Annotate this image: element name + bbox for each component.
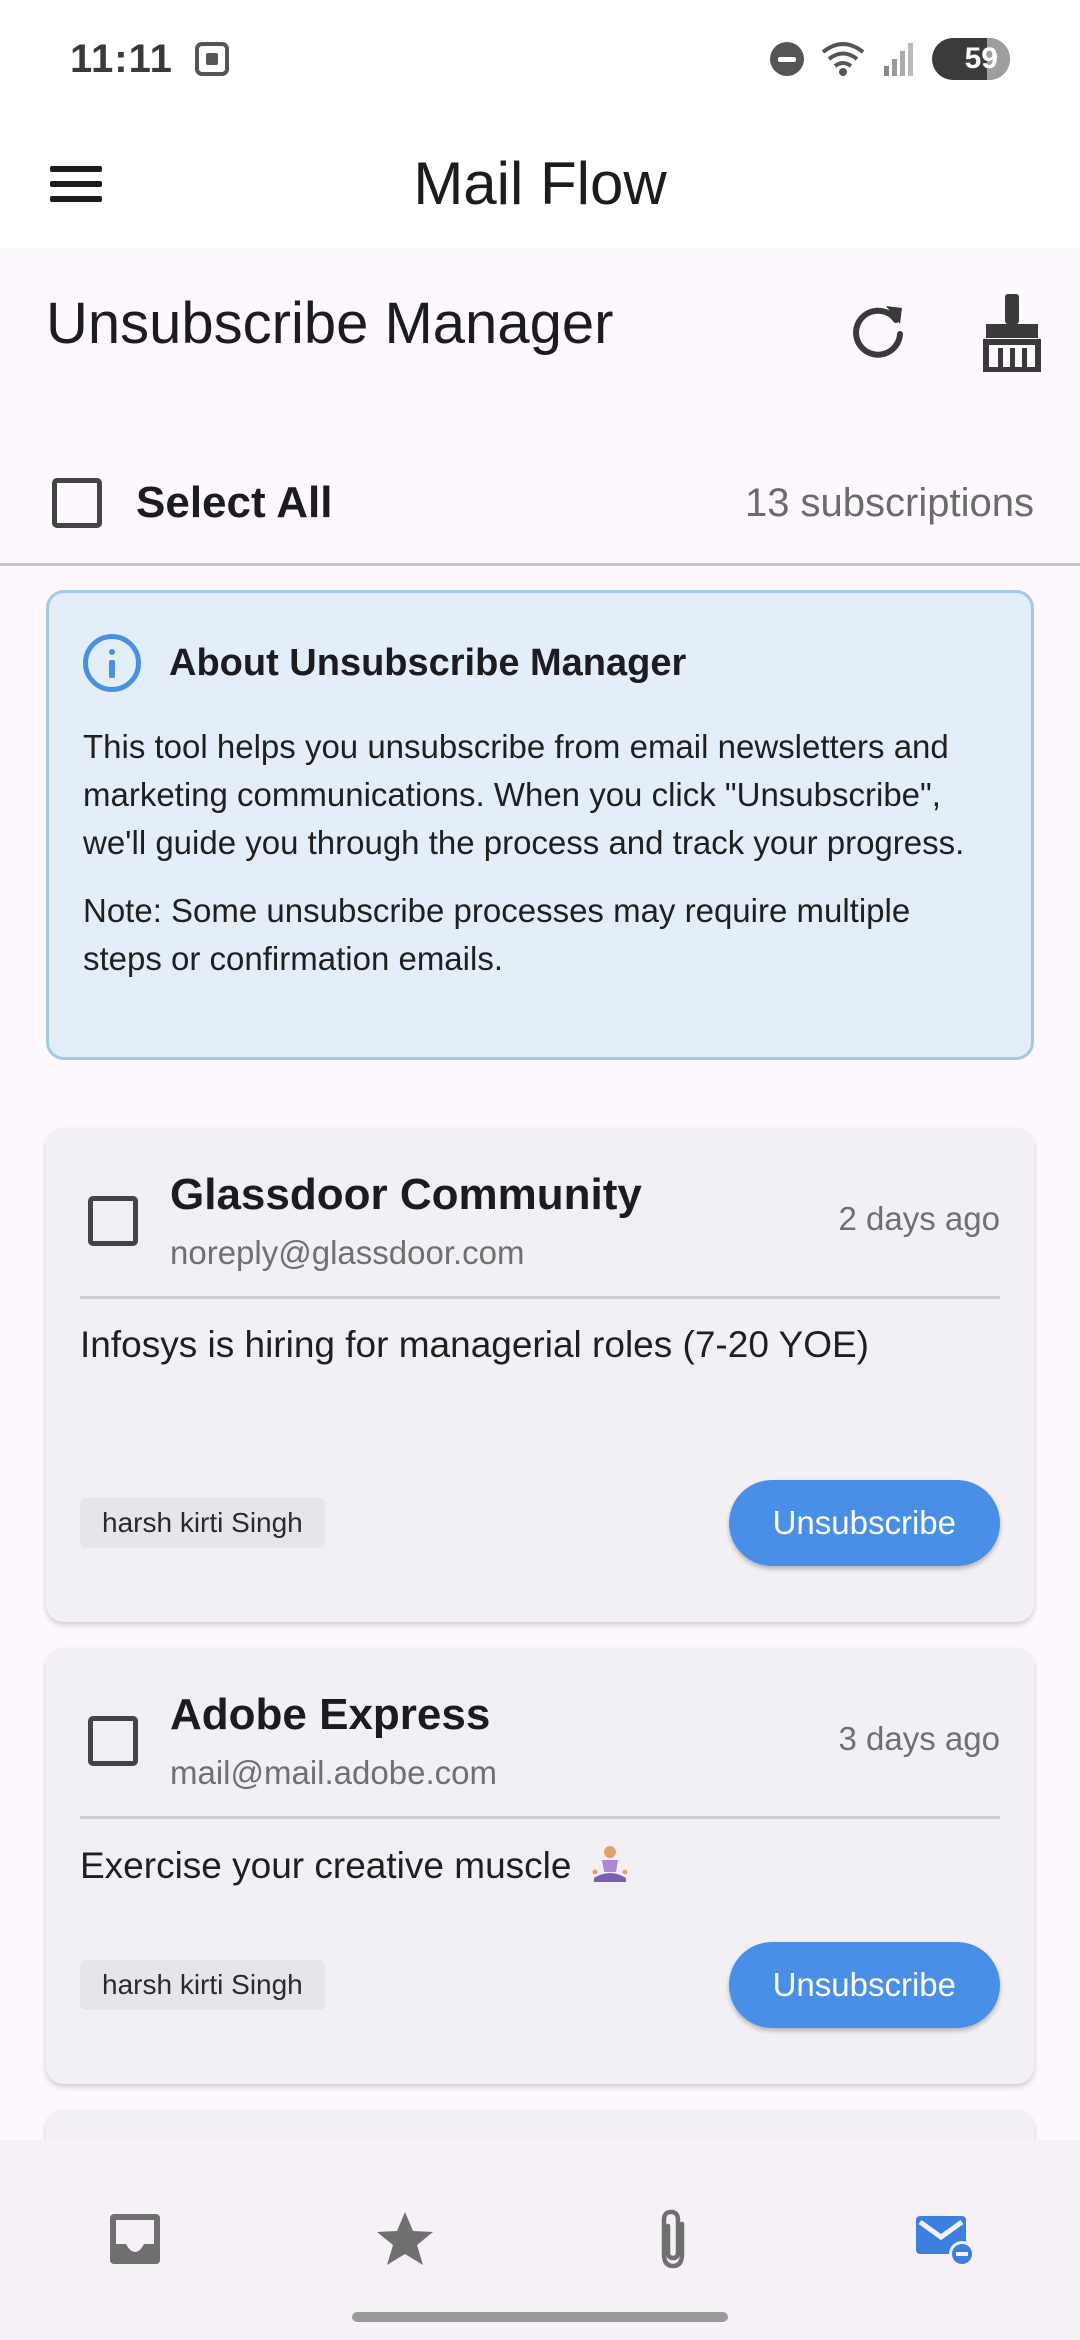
- info-body: This tool helps you unsubscribe from ema…: [83, 728, 965, 861]
- subscription-checkbox[interactable]: [88, 1716, 138, 1766]
- refresh-icon[interactable]: [846, 298, 910, 362]
- sender-name: Glassdoor Community: [170, 1170, 642, 1219]
- info-header: About Unsubscribe Manager: [83, 593, 997, 733]
- battery-indicator: 59: [932, 38, 1010, 80]
- nav-unsubscribe[interactable]: [810, 2140, 1080, 2340]
- page-title: Unsubscribe Manager: [46, 291, 614, 356]
- select-all-row: Select All 13 subscriptions: [0, 448, 1080, 558]
- email-subject: Infosys is hiring for managerial roles (…: [80, 1324, 869, 1365]
- info-box: About Unsubscribe Manager This tool help…: [46, 590, 1034, 1060]
- account-tag: harsh kirti Singh: [80, 1960, 325, 2010]
- do-not-disturb-icon: [770, 42, 804, 76]
- app-title: Mail Flow: [413, 149, 667, 217]
- email-subject: Exercise your creative muscle: [80, 1845, 572, 1886]
- app-bar: Mail Flow: [0, 118, 1080, 248]
- nav-starred[interactable]: [270, 2140, 540, 2340]
- info-icon: [83, 634, 141, 692]
- info-title: About Unsubscribe Manager: [169, 641, 687, 684]
- menu-icon[interactable]: [50, 156, 106, 212]
- select-all-label[interactable]: Select All: [136, 478, 332, 528]
- subscription-card[interactable]: Adobe Express mail@mail.adobe.com 3 days…: [46, 1648, 1034, 2084]
- home-indicator[interactable]: [352, 2312, 728, 2322]
- sender-email: mail@mail.adobe.com: [170, 1754, 497, 1791]
- sender-name: Adobe Express: [170, 1690, 491, 1739]
- status-time: 11:11: [70, 36, 173, 81]
- unsubscribe-button[interactable]: Unsubscribe: [728, 1942, 1000, 2028]
- meditation-emoji-icon: [592, 1846, 628, 1882]
- subscription-checkbox[interactable]: [88, 1196, 138, 1246]
- received-date: 3 days ago: [838, 1720, 1000, 1757]
- header-divider: [0, 563, 1080, 566]
- status-bar: 11:11 59: [0, 0, 1080, 118]
- screenshot-icon: [194, 42, 229, 76]
- cleanup-brush-icon[interactable]: [976, 292, 1048, 372]
- email-subject-row: Exercise your creative muscle: [80, 1844, 630, 1887]
- info-note: Note: Some unsubscribe processes may req…: [83, 892, 911, 977]
- subscription-count: 13 subscriptions: [744, 480, 1034, 525]
- battery-level: 59: [964, 42, 998, 75]
- card-divider: [80, 1296, 1000, 1299]
- unsubscribe-button[interactable]: Unsubscribe: [728, 1480, 1000, 1566]
- bottom-navigation: [0, 2140, 1080, 2340]
- status-icons: 59: [770, 38, 1010, 80]
- nav-attachments[interactable]: [540, 2140, 810, 2340]
- star-icon: [377, 2212, 433, 2265]
- unsubscribe-mail-icon: [916, 2216, 975, 2267]
- select-all-checkbox[interactable]: [52, 478, 102, 528]
- nav-inbox[interactable]: [0, 2140, 270, 2340]
- card-divider: [80, 1816, 1000, 1819]
- wifi-icon: [821, 42, 865, 76]
- signal-icon: [884, 43, 913, 76]
- inbox-icon: [110, 2214, 160, 2264]
- subscription-card[interactable]: Glassdoor Community noreply@glassdoor.co…: [46, 1128, 1034, 1622]
- account-tag: harsh kirti Singh: [80, 1498, 325, 1548]
- sender-email: noreply@glassdoor.com: [170, 1234, 525, 1271]
- received-date: 2 days ago: [838, 1200, 1000, 1237]
- attachment-icon: [661, 2209, 685, 2269]
